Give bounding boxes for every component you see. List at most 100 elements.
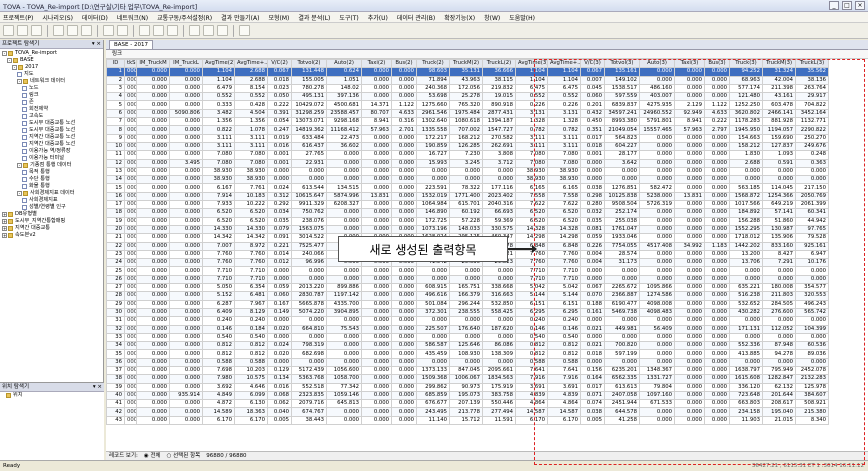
table-cell[interactable]: 6.481: [234, 291, 268, 301]
table-cell[interactable]: 0.000: [795, 175, 829, 185]
table-cell[interactable]: 0.024: [267, 341, 292, 351]
table-cell[interactable]: 29: [106, 299, 125, 309]
table-cell[interactable]: 6.947: [795, 249, 829, 260]
table-cell[interactable]: 1348.367: [639, 365, 675, 376]
table-cell[interactable]: 000: [124, 141, 137, 152]
table-cell[interactable]: 5363.768: [291, 374, 327, 384]
table-cell[interactable]: 0.079: [267, 224, 292, 235]
table-cell[interactable]: 2.688: [729, 158, 763, 168]
open-icon[interactable]: [17, 25, 28, 36]
table-cell[interactable]: 0.000: [391, 407, 417, 417]
table-cell[interactable]: 2095.661: [482, 365, 516, 376]
table-cell[interactable]: 20: [106, 224, 125, 235]
table-cell[interactable]: 0.000: [361, 316, 392, 326]
table-cell[interactable]: 0.071: [580, 390, 605, 401]
table-cell[interactable]: 6.520: [234, 216, 268, 226]
table-cell[interactable]: 0.000: [169, 299, 203, 309]
table-cell[interactable]: 0.012: [267, 258, 292, 268]
expand-icon[interactable]: +: [2, 226, 7, 231]
table-cell[interactable]: 0.000: [361, 67, 392, 77]
table-cell[interactable]: 0.000: [169, 258, 203, 268]
table-cell[interactable]: 22.931: [291, 158, 327, 168]
table-cell[interactable]: 0.000: [580, 158, 605, 168]
table-cell[interactable]: 0.540: [547, 332, 581, 343]
table-cell[interactable]: 0.000: [729, 357, 763, 368]
table-cell[interactable]: 0.812: [202, 341, 235, 351]
table-cell[interactable]: 10125.838: [604, 191, 640, 202]
table-cell[interactable]: 0.023: [267, 83, 292, 94]
table-cell[interactable]: 12: [106, 158, 125, 168]
table-row[interactable]: 13 000 0.000 0.000 38.930 38.930 0.000 0.000 0.0…: [106, 166, 829, 177]
table-cell[interactable]: 0.021: [580, 341, 605, 351]
table-cell[interactable]: 0.000: [482, 266, 516, 276]
table-cell[interactable]: 0.000: [169, 307, 203, 318]
table-cell[interactable]: 0.000: [136, 349, 170, 359]
table-cell[interactable]: 249.676: [795, 141, 829, 152]
table-row[interactable]: 38 000 0.000 0.000 7.980 10.575 0.134 5363.768 1…: [106, 374, 829, 384]
table-cell[interactable]: 0.000: [136, 67, 170, 77]
tree-item[interactable]: 고속도: [2, 113, 103, 120]
tree-item[interactable]: 수단 통행: [2, 176, 103, 183]
table-cell[interactable]: 138.309: [482, 349, 516, 359]
table-cell[interactable]: 0.000: [136, 299, 170, 309]
table-cell[interactable]: 0.000: [704, 67, 730, 77]
table-cell[interactable]: 0.247: [267, 125, 292, 135]
table-cell[interactable]: 13: [106, 166, 125, 177]
collapse-icon[interactable]: -: [17, 79, 22, 84]
column-header[interactable]: V/C(3): [580, 59, 605, 69]
table-cell[interactable]: 8.427: [762, 249, 796, 260]
table-cell[interactable]: 7.967: [234, 299, 268, 309]
table-cell[interactable]: 586.587: [416, 341, 450, 351]
table-cell[interactable]: 000: [124, 133, 137, 143]
table-cell[interactable]: 7.710: [202, 266, 235, 276]
radio-all[interactable]: ◉ 전체: [144, 452, 161, 460]
table-cell[interactable]: 0.000: [169, 357, 203, 368]
table-cell[interactable]: 1.078: [234, 125, 268, 135]
table-cell[interactable]: 0.000: [291, 332, 327, 343]
table-cell[interactable]: 0.000: [326, 150, 362, 160]
table-cell[interactable]: 176.640: [449, 324, 483, 334]
tree-item[interactable]: + 속도본v2: [2, 232, 103, 239]
table-cell[interactable]: 2961.546: [416, 108, 450, 119]
table-cell[interactable]: 501.084: [416, 299, 450, 309]
table-cell[interactable]: 125.978: [795, 382, 829, 392]
table-cell[interactable]: 2466.141: [762, 108, 796, 119]
tree-item[interactable]: + 도시부_지역간통합매핑: [2, 218, 103, 225]
undo-icon[interactable]: [103, 25, 114, 36]
table-cell[interactable]: 0.000: [639, 133, 675, 143]
pan-icon[interactable]: [217, 25, 228, 36]
tree-item[interactable]: 목적 통행: [2, 169, 103, 176]
table-cell[interactable]: 563.185: [729, 183, 763, 193]
table-cell[interactable]: 0.000: [361, 349, 392, 359]
table-cell[interactable]: 172.056: [449, 83, 483, 94]
table-cell[interactable]: 6.165: [547, 183, 581, 193]
tree-item[interactable]: - TOVA_Re-import: [2, 50, 103, 57]
table-cell[interactable]: 7.710: [547, 266, 581, 276]
table-cell[interactable]: 94.252: [729, 67, 763, 77]
table-cell[interactable]: 0.000: [674, 208, 705, 218]
table-cell[interactable]: 0.000: [704, 415, 730, 426]
table-cell[interactable]: 1274.586: [639, 291, 675, 301]
table-cell[interactable]: 1331.727: [639, 374, 675, 384]
table-cell[interactable]: 0.001: [580, 150, 605, 160]
table-cell[interactable]: 2877.431: [482, 108, 516, 119]
table-cell[interactable]: 4500.681: [326, 100, 362, 110]
table-cell[interactable]: 43: [106, 415, 125, 426]
table-cell[interactable]: 0.000: [361, 332, 392, 343]
table-cell[interactable]: 000: [124, 365, 137, 376]
table-cell[interactable]: 10429.072: [291, 100, 327, 110]
table-cell[interactable]: 0.000: [391, 83, 417, 94]
table-cell[interactable]: 38.930: [547, 166, 581, 177]
table-cell[interactable]: 4.839: [547, 390, 581, 401]
table-cell[interactable]: 0.000: [762, 175, 796, 185]
table-cell[interactable]: 0.000: [136, 307, 170, 318]
table-cell[interactable]: 7.710: [202, 274, 235, 285]
table-cell[interactable]: 0.000: [674, 332, 705, 343]
table-cell[interactable]: 0.000: [391, 183, 417, 193]
table-cell[interactable]: 77.342: [326, 382, 362, 392]
table-cell[interactable]: 0.000: [391, 341, 417, 351]
table-cell[interactable]: 0.000: [391, 266, 417, 276]
table-cell[interactable]: 4335.700: [326, 299, 362, 309]
table-cell[interactable]: 0.000: [391, 415, 417, 426]
table-cell[interactable]: 3.131: [547, 108, 581, 119]
